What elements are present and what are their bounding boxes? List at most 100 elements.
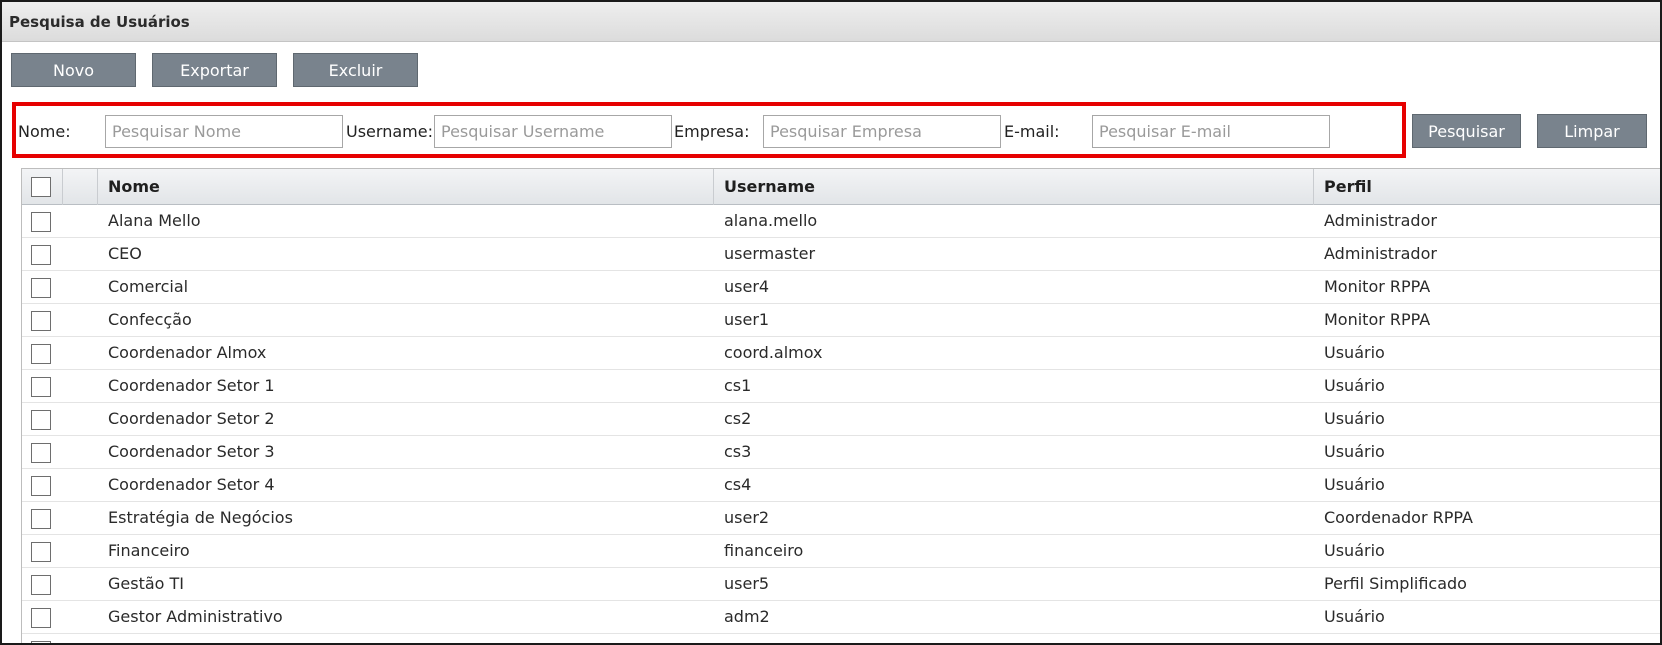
row-checkbox[interactable]	[31, 509, 51, 529]
row-spacer-cell	[63, 634, 98, 643]
row-select-cell	[22, 469, 63, 501]
cell-perfil: Usuário	[1324, 409, 1385, 428]
table-body: Alana Mello alana.mello Administrador CEO us…	[22, 205, 1660, 643]
company-filter-label: Empresa:	[674, 122, 750, 141]
column-header-username[interactable]: Username	[714, 169, 1314, 205]
cell-nome: Gestor Administrativo	[108, 607, 283, 626]
row-spacer-cell	[63, 370, 98, 402]
search-button[interactable]: Pesquisar	[1412, 114, 1521, 148]
cell-nome: Comercial	[108, 277, 189, 296]
cell-nome: Coordenador Setor 1	[108, 376, 275, 395]
row-select-cell	[22, 601, 63, 633]
name-filter-label: Nome:	[18, 122, 71, 141]
clear-button[interactable]: Limpar	[1537, 114, 1647, 148]
row-spacer-cell	[63, 337, 98, 369]
row-select-cell	[22, 436, 63, 468]
row-checkbox[interactable]	[31, 344, 51, 364]
cell-perfil: Perfil Simplificado	[1324, 574, 1467, 593]
row-spacer-cell	[63, 601, 98, 633]
select-all-checkbox[interactable]	[31, 177, 51, 197]
table-row[interactable]: Comercial user4 Monitor RPPA	[22, 271, 1660, 304]
row-spacer-cell	[63, 469, 98, 501]
email-search-input[interactable]	[1092, 115, 1330, 148]
cell-nome: Confecção	[108, 310, 192, 329]
title-bar: Pesquisa de Usuários	[2, 2, 1660, 42]
row-checkbox[interactable]	[31, 278, 51, 298]
name-search-input[interactable]	[105, 115, 343, 148]
row-spacer-cell	[63, 238, 98, 270]
row-select-cell	[22, 205, 63, 237]
row-select-cell	[22, 568, 63, 600]
cell-username: user2	[724, 508, 770, 527]
row-checkbox[interactable]	[31, 245, 51, 265]
row-select-cell	[22, 403, 63, 435]
row-checkbox[interactable]	[31, 542, 51, 562]
cell-nome: Coordenador Almox	[108, 343, 267, 362]
cell-perfil: Monitor RPPA	[1324, 277, 1431, 296]
cell-perfil: Usuário	[1324, 376, 1385, 395]
table-row[interactable]: Alana Mello alana.mello Administrador	[22, 205, 1660, 238]
cell-username: adm2	[724, 607, 770, 626]
table-row[interactable]: Financeiro financeiro Usuário	[22, 535, 1660, 568]
table-row[interactable]: CEO usermaster Administrador	[22, 238, 1660, 271]
column-header-perfil[interactable]: Perfil	[1314, 169, 1660, 205]
cell-nome: Coordenador Setor 4	[108, 475, 275, 494]
table-row[interactable]: Coordenador Almox coord.almox Usuário	[22, 337, 1660, 370]
cell-nome: Coordenador Setor 3	[108, 442, 275, 461]
header-select-cell	[22, 169, 63, 205]
row-checkbox[interactable]	[31, 476, 51, 496]
toolbar: Novo Exportar Excluir	[2, 42, 1660, 98]
cell-username: financeiro	[724, 541, 804, 560]
cell-perfil: Monitor RPPA	[1324, 310, 1431, 329]
company-search-input[interactable]	[763, 115, 1001, 148]
cell-username: adm4	[714, 634, 1314, 643]
row-checkbox[interactable]	[31, 311, 51, 331]
cell-nome: CEO	[108, 244, 142, 263]
cell-perfil: Usuário	[1324, 343, 1385, 362]
table-row[interactable]: Coordenador Setor 3 cs3 Usuário	[22, 436, 1660, 469]
cell-perfil: Coordenador RPPA	[1324, 508, 1473, 527]
cell-perfil: Usuário	[1324, 607, 1385, 626]
table-row[interactable]: Coordenador Setor 4 cs4 Usuário	[22, 469, 1660, 502]
table-header: Nome Username Perfil	[22, 169, 1660, 205]
users-table: Nome Username Perfil Alana Mello alana.me…	[21, 168, 1660, 643]
row-select-cell	[22, 238, 63, 270]
filter-bar-highlight: Nome: Username: Empresa: E-mail:	[12, 102, 1406, 158]
column-header-nome[interactable]: Nome	[98, 169, 714, 205]
cell-username: usermaster	[724, 244, 816, 263]
row-checkbox[interactable]	[31, 377, 51, 397]
row-checkbox[interactable]	[31, 443, 51, 463]
username-search-input[interactable]	[434, 115, 672, 148]
table-row[interactable]: Coordenador Setor 1 cs1 Usuário	[22, 370, 1660, 403]
cell-perfil: Usuário	[1324, 442, 1385, 461]
cell-username: coord.almox	[724, 343, 823, 362]
row-checkbox[interactable]	[31, 608, 51, 628]
row-spacer-cell	[63, 205, 98, 237]
cell-username: cs4	[724, 475, 752, 494]
row-spacer-cell	[63, 271, 98, 303]
row-checkbox[interactable]	[31, 212, 51, 232]
cell-username: alana.mello	[724, 211, 818, 230]
header-spacer-cell	[63, 169, 98, 205]
table-row[interactable]: Gestor Administrativo adm2 Usuário	[22, 601, 1660, 634]
export-button[interactable]: Exportar	[152, 53, 277, 87]
cell-perfil: Administrador	[1324, 244, 1437, 263]
cell-perfil: Usuário	[1324, 541, 1385, 560]
table-row[interactable]: Gestor Almoxarifadoadm4Administrador	[22, 634, 1660, 643]
table-row[interactable]: Estratégia de Negócios user2 Coordenador R…	[22, 502, 1660, 535]
row-checkbox[interactable]	[31, 641, 51, 643]
row-checkbox[interactable]	[31, 575, 51, 595]
table-row[interactable]: Coordenador Setor 2 cs2 Usuário	[22, 403, 1660, 436]
row-select-cell	[22, 370, 63, 402]
cell-nome: Financeiro	[108, 541, 190, 560]
row-checkbox[interactable]	[31, 410, 51, 430]
row-select-cell	[22, 634, 63, 643]
new-button[interactable]: Novo	[11, 53, 136, 87]
cell-perfil: Usuário	[1324, 475, 1385, 494]
table-row[interactable]: Confecção user1 Monitor RPPA	[22, 304, 1660, 337]
window-frame: Pesquisa de Usuários Novo Exportar Exclu…	[0, 0, 1662, 645]
delete-button[interactable]: Excluir	[293, 53, 418, 87]
email-filter-label: E-mail:	[1004, 122, 1060, 141]
table-row[interactable]: Gestão TI user5 Perfil Simplificado	[22, 568, 1660, 601]
window-title: Pesquisa de Usuários	[9, 13, 190, 31]
